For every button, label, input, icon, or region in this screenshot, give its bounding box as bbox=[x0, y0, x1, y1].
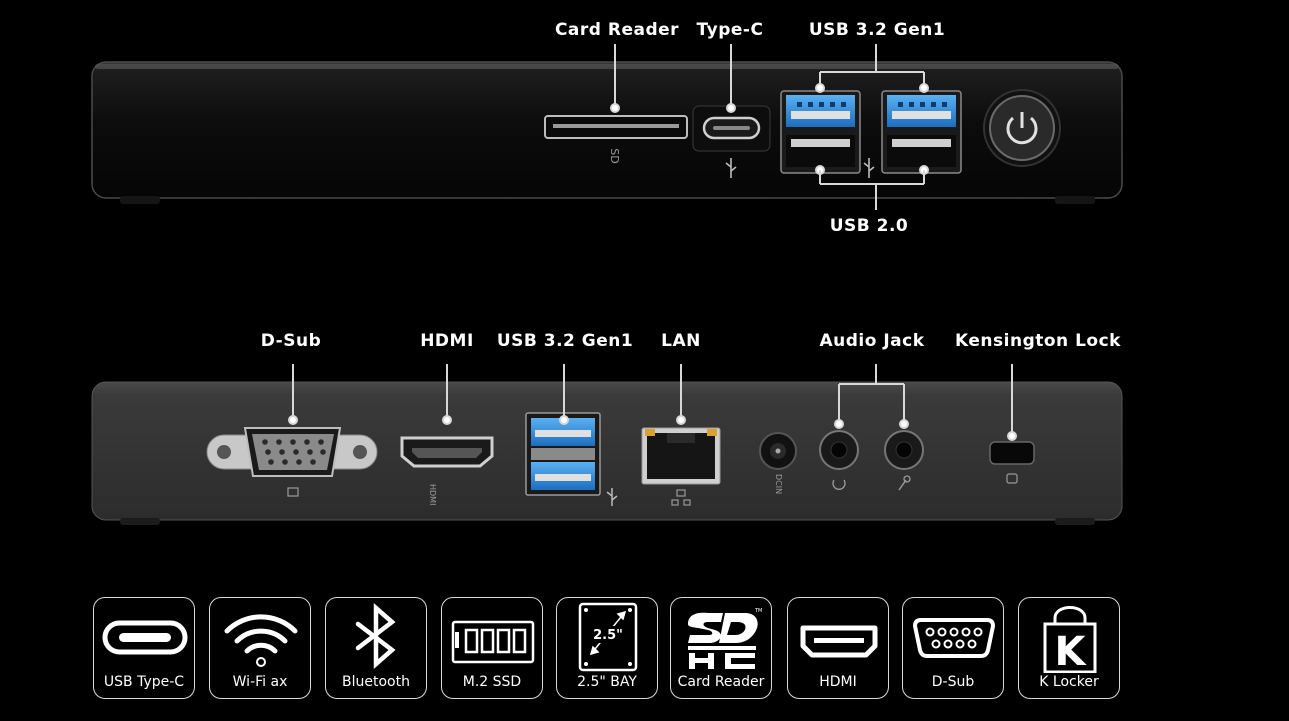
k-locker-icon: K bbox=[1043, 606, 1097, 673]
dsub-icon bbox=[912, 618, 996, 658]
feature-dsub: D-Sub bbox=[902, 597, 1004, 699]
feature-usb-type-c: USB Type-C bbox=[93, 597, 195, 699]
front-label-card-reader: Card Reader bbox=[554, 20, 680, 40]
feature-label: 2.5" BAY bbox=[577, 674, 637, 690]
m2-ssd-icon bbox=[451, 620, 535, 664]
svg-text:SD: SD bbox=[608, 148, 621, 163]
feature-25-bay: 2.5" 2.5" BAY bbox=[556, 597, 658, 699]
sdhc-icon: TM bbox=[688, 608, 762, 669]
feature-wifi-ax: Wi-Fi ax bbox=[209, 597, 311, 699]
rear-label-lan: LAN bbox=[661, 331, 701, 351]
device-illustration: SD bbox=[91, 44, 1123, 525]
drive-bay-icon: 2.5" bbox=[578, 602, 638, 672]
feature-label: USB Type-C bbox=[103, 674, 185, 690]
front-panel: SD bbox=[91, 61, 1123, 204]
front-label-usb32-gen1: USB 3.2 Gen1 bbox=[808, 20, 946, 40]
rear-hdmi-port bbox=[400, 436, 494, 468]
drive-bay-icon-text: 2.5" bbox=[593, 628, 623, 643]
feature-label: HDMI bbox=[819, 674, 857, 690]
rear-label-audio-jack: Audio Jack bbox=[819, 331, 925, 351]
svg-text:TM: TM bbox=[754, 608, 762, 614]
rear-label-hdmi: HDMI bbox=[420, 331, 474, 351]
front-usb-stack-right bbox=[881, 90, 962, 174]
power-button bbox=[983, 89, 1061, 167]
feature-card-reader: TM Card Reader bbox=[670, 597, 772, 699]
dcin-port-marking: DCIN bbox=[774, 474, 783, 495]
feature-m2-ssd: M.2 SSD bbox=[441, 597, 543, 699]
feature-label: Card Reader bbox=[677, 674, 765, 690]
feature-label: Bluetooth bbox=[342, 674, 410, 690]
hdmi-port-marking: HDMI bbox=[428, 484, 437, 506]
feature-label: Wi-Fi ax bbox=[232, 674, 288, 690]
feature-label: D-Sub bbox=[931, 674, 975, 690]
rear-label-usb32-gen1: USB 3.2 Gen1 bbox=[496, 331, 634, 351]
rear-label-dsub: D-Sub bbox=[260, 331, 322, 351]
feature-hdmi: HDMI bbox=[787, 597, 889, 699]
usb-type-c-icon bbox=[102, 620, 188, 655]
front-label-type-c: Type-C bbox=[696, 20, 764, 40]
feature-bluetooth: Bluetooth bbox=[325, 597, 427, 699]
wifi-icon bbox=[224, 614, 298, 667]
bluetooth-icon bbox=[355, 603, 396, 669]
front-usb-stack-left bbox=[780, 90, 861, 174]
feature-label: K Locker bbox=[1039, 674, 1099, 690]
front-label-usb20: USB 2.0 bbox=[829, 216, 909, 236]
rear-dc-in bbox=[759, 432, 797, 470]
rear-label-kensington-lock: Kensington Lock bbox=[955, 331, 1121, 351]
hdmi-icon bbox=[800, 625, 878, 658]
k-locker-icon-text: K bbox=[1055, 629, 1088, 673]
feature-label: M.2 SSD bbox=[462, 674, 522, 690]
rear-panel bbox=[91, 381, 1123, 525]
feature-k-locker: K K Locker bbox=[1018, 597, 1120, 699]
